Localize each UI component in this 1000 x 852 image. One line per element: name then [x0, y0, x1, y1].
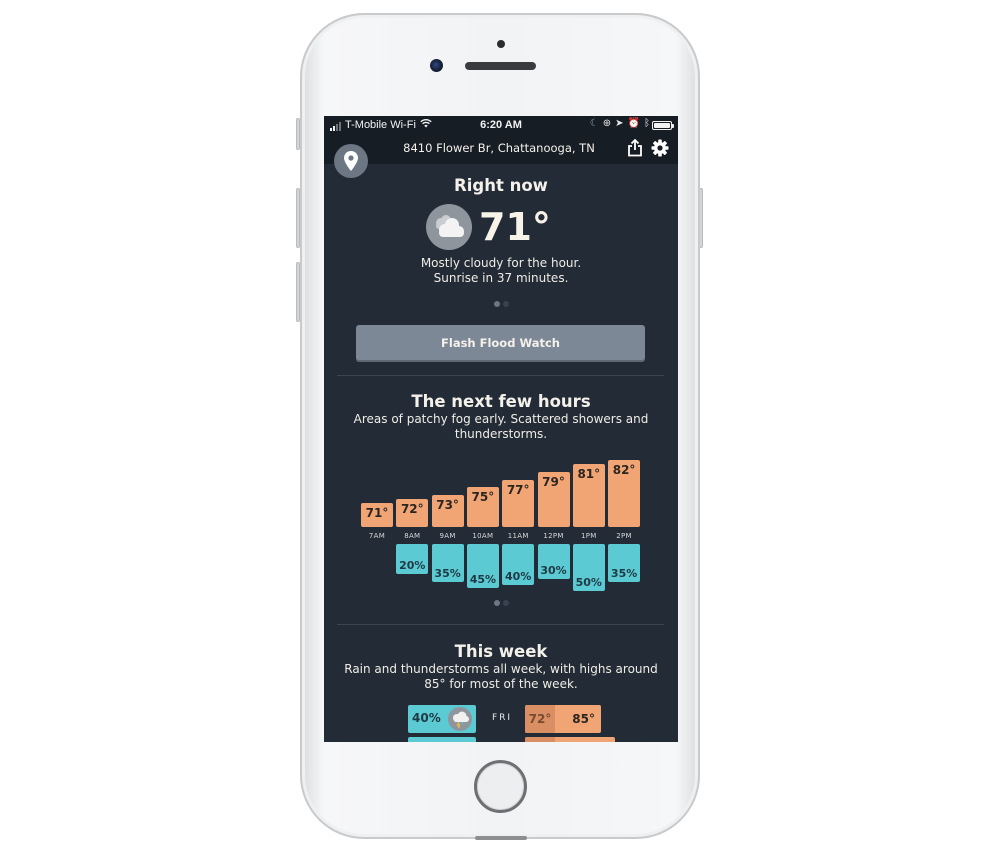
section-divider: [337, 375, 664, 376]
temperature-bar-label: 72°: [400, 502, 424, 517]
front-camera: [430, 59, 443, 72]
home-button[interactable]: [474, 760, 527, 813]
next-hours-summary: Areas of patchy fog early. Scattered sho…: [353, 412, 649, 441]
moon-icon: ☾: [589, 118, 599, 129]
temperature-bar-label: 73°: [436, 498, 459, 513]
location-address[interactable]: 8410 Flower Br, Chattanooga, TN: [384, 141, 614, 155]
precip-bar-label: 35%: [434, 567, 461, 581]
location-button[interactable]: [334, 144, 368, 178]
day-precip-bar: [408, 737, 476, 742]
map-pin-icon: [344, 151, 358, 171]
current-summary: Mostly cloudy for the hour. Sunrise in 3…: [344, 256, 658, 286]
page-dot[interactable]: [502, 301, 509, 307]
next-hours-title: The next few hours: [411, 392, 591, 411]
cloudy-icon: [426, 204, 472, 250]
current-temperature: 71°: [479, 205, 551, 249]
hour-tick-label: 7AM: [368, 532, 386, 540]
day-row[interactable]: 40% FRI 72° 85°: [324, 705, 678, 733]
status-bar: T-Mobile Wi-Fi 6:20 AM ☾ ⊕ ➤ ⏰ ᛒ: [324, 116, 678, 136]
right-now-page-indicator[interactable]: [324, 301, 678, 307]
temperature-bar-label: 75°: [471, 490, 495, 505]
temperature-bar-label: 71°: [365, 506, 389, 520]
day-precip-bar: 40%: [408, 705, 476, 733]
precip-bar: 45%: [466, 544, 499, 589]
precip-bar-label: 20%: [399, 558, 426, 572]
thunderstorm-icon: [448, 707, 472, 731]
temperature-bar: 77°: [502, 479, 535, 527]
share-icon[interactable]: [627, 139, 643, 157]
this-week-summary: Rain and thunderstorms all week, with hi…: [344, 662, 658, 691]
rotation-lock-icon: ⊕: [602, 118, 612, 129]
page-dot[interactable]: [502, 600, 509, 606]
precip-bar-label: 45%: [469, 573, 497, 587]
temperature-bar-label: 79°: [542, 474, 565, 489]
earpiece-speaker: [465, 62, 536, 70]
section-divider: [337, 624, 664, 625]
this-week-title: This week: [454, 642, 548, 661]
hour-tick-label: 2PM: [616, 532, 632, 540]
day-high: 85°: [572, 712, 595, 726]
temperature-bar: 73°: [431, 495, 464, 527]
location-arrow-icon: ➤: [615, 118, 624, 129]
battery-icon: [652, 121, 674, 130]
day-low: [525, 737, 555, 742]
hour-tick-label: 1PM: [580, 532, 597, 540]
temperature-bar: 71°: [361, 503, 393, 527]
page-dot[interactable]: [493, 600, 500, 606]
alarm-icon: ⏰: [627, 118, 640, 129]
precip-bar: 35%: [608, 544, 641, 583]
precip-bar-label: 40%: [505, 570, 532, 584]
hour-tick-label: 12PM: [543, 532, 564, 540]
sunrise-summary-line: Sunrise in 37 minutes.: [433, 271, 569, 285]
temperature-bar-label: 77°: [506, 482, 530, 497]
temperature-bar: 82°: [608, 460, 641, 527]
app-screen: T-Mobile Wi-Fi 6:20 AM ☾ ⊕ ➤ ⏰ ᛒ 8410 Fl…: [324, 116, 678, 742]
page-dot[interactable]: [493, 301, 500, 307]
temperature-bar: 72°: [396, 499, 429, 527]
proximity-sensor: [497, 40, 505, 48]
precip-bar-label: 50%: [575, 576, 602, 589]
hourly-chart: 71° 7AM 72° 8AM 20% 73° 9AM 35% 75° 10AM 45% 77° 11A…: [324, 446, 678, 606]
settings-gear-icon[interactable]: [651, 139, 669, 157]
precip-bar: 35%: [431, 544, 464, 583]
precip-bar-label: 35%: [610, 567, 638, 581]
day-low: 72°: [525, 705, 555, 733]
precip-bar: 50%: [572, 544, 605, 591]
precip-bar: 20%: [396, 544, 429, 574]
hour-tick-label: 11AM: [507, 532, 529, 540]
temperature-bar-label: 82°: [612, 463, 636, 477]
precip-bar: 40%: [502, 544, 535, 586]
day-precip-chance: 40%: [412, 711, 441, 725]
day-row[interactable]: [324, 737, 678, 742]
hour-tick-label: 8AM: [404, 532, 421, 540]
temperature-bar: 79°: [537, 471, 570, 527]
temperature-bar: 75°: [466, 487, 499, 527]
hour-tick-label: 9AM: [439, 532, 456, 540]
day-temp-range: [525, 737, 615, 742]
precip-bar: 30%: [537, 544, 570, 580]
precip-bar-label: 30%: [540, 564, 567, 578]
right-now-title: Right now: [454, 176, 548, 195]
temperature-bar: 81°: [572, 463, 605, 527]
hour-tick-label: 10AM: [472, 532, 494, 540]
day-name: FRI: [492, 713, 513, 723]
current-summary-line: Mostly cloudy for the hour.: [420, 256, 582, 270]
day-temp-range: 72° 85°: [525, 705, 601, 733]
lightning-port: [475, 836, 527, 840]
flash-flood-watch-button[interactable]: Flash Flood Watch: [356, 325, 645, 360]
hourly-page-indicator[interactable]: [324, 600, 678, 606]
bluetooth-icon: ᛒ: [644, 118, 650, 129]
temperature-bar-label: 81°: [577, 466, 601, 481]
